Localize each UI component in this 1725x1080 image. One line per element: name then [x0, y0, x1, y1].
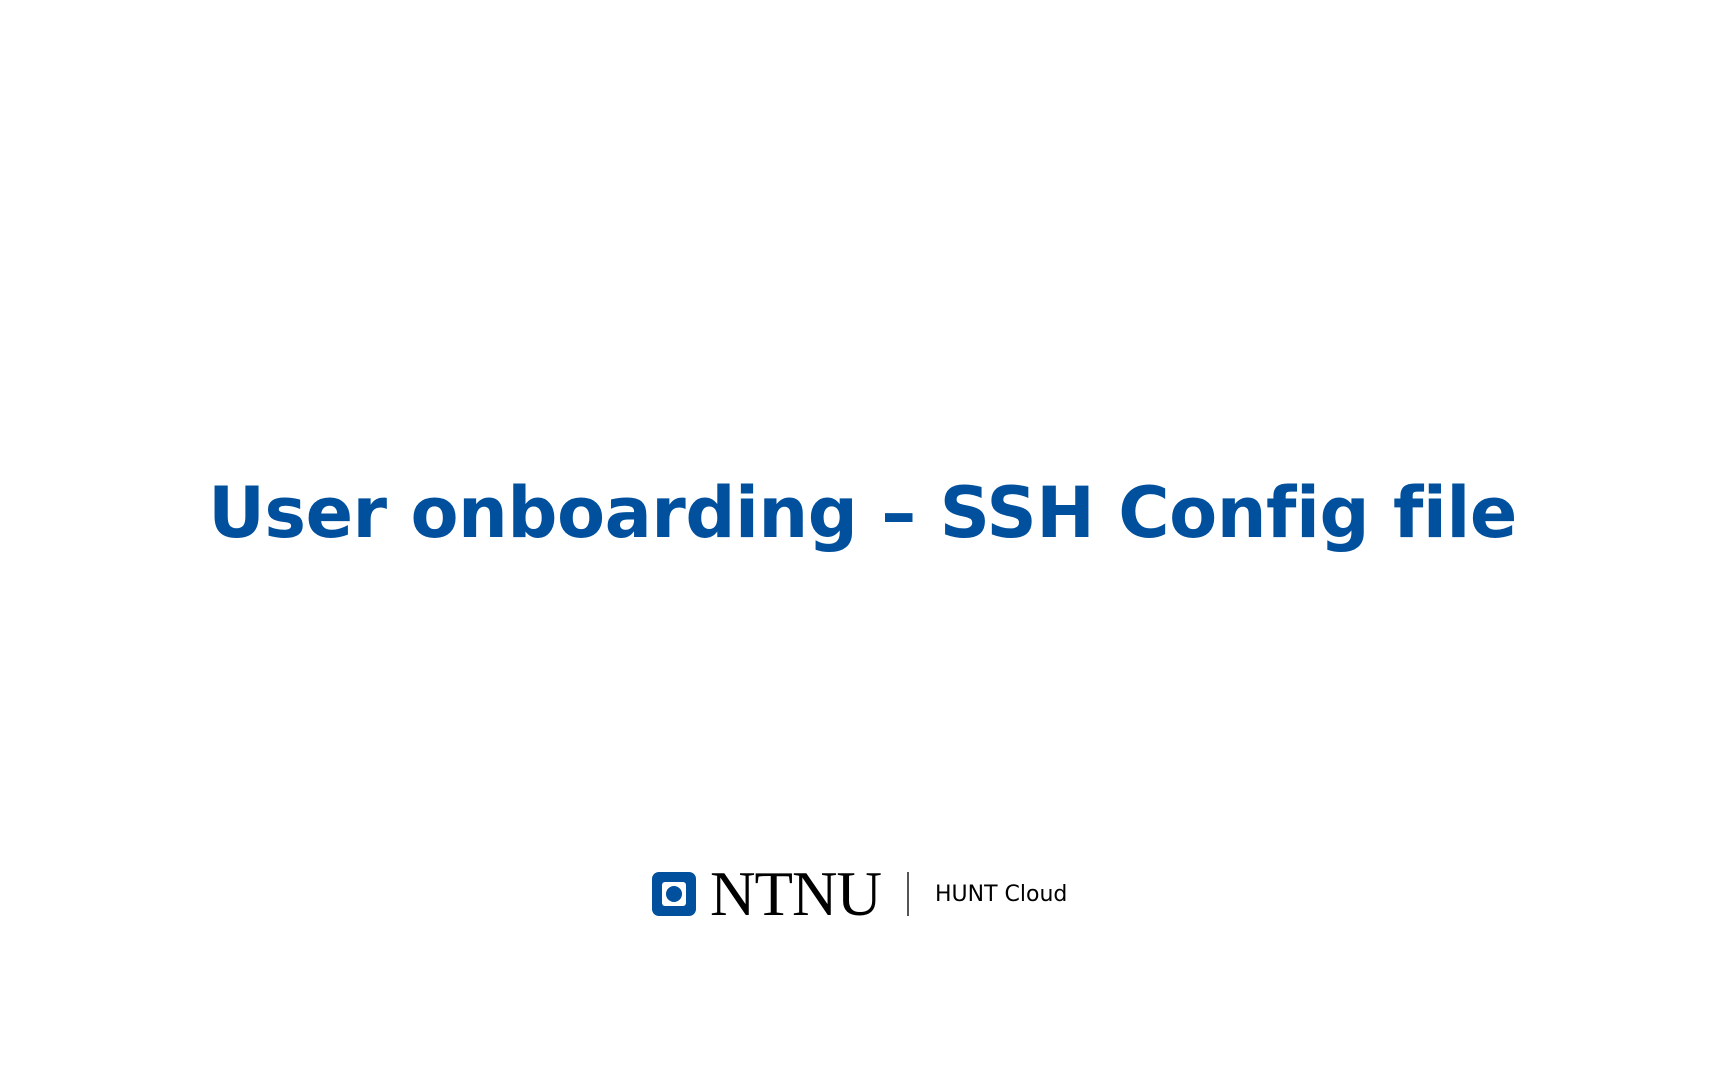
ntnu-logo-icon: [652, 872, 696, 916]
title-slide: User onboarding – SSH Config file NTNU H…: [0, 0, 1725, 1080]
slide-title: User onboarding – SSH Config file: [208, 472, 1517, 554]
ntnu-wordmark: NTNU: [710, 859, 882, 929]
org-name: HUNT Cloud: [934, 881, 1068, 907]
footer-divider: [906, 872, 909, 916]
footer-branding: NTNU HUNT Cloud: [652, 859, 1068, 929]
